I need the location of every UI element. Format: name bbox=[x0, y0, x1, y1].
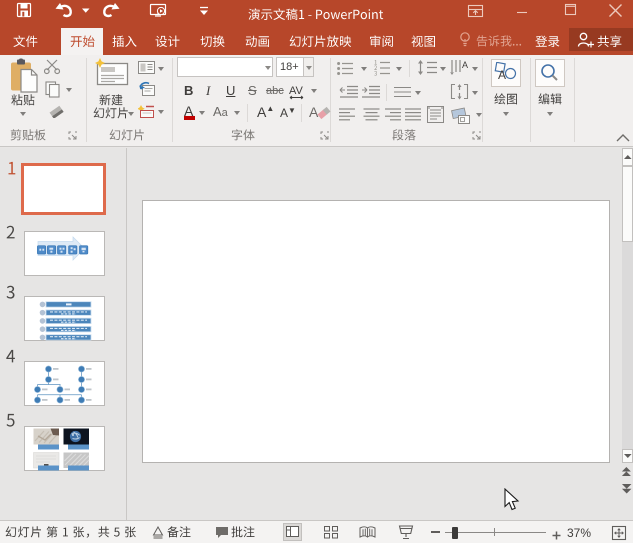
svg-text:A: A bbox=[462, 60, 468, 70]
svg-text:AV: AV bbox=[289, 85, 304, 97]
svg-text:A: A bbox=[498, 68, 506, 82]
